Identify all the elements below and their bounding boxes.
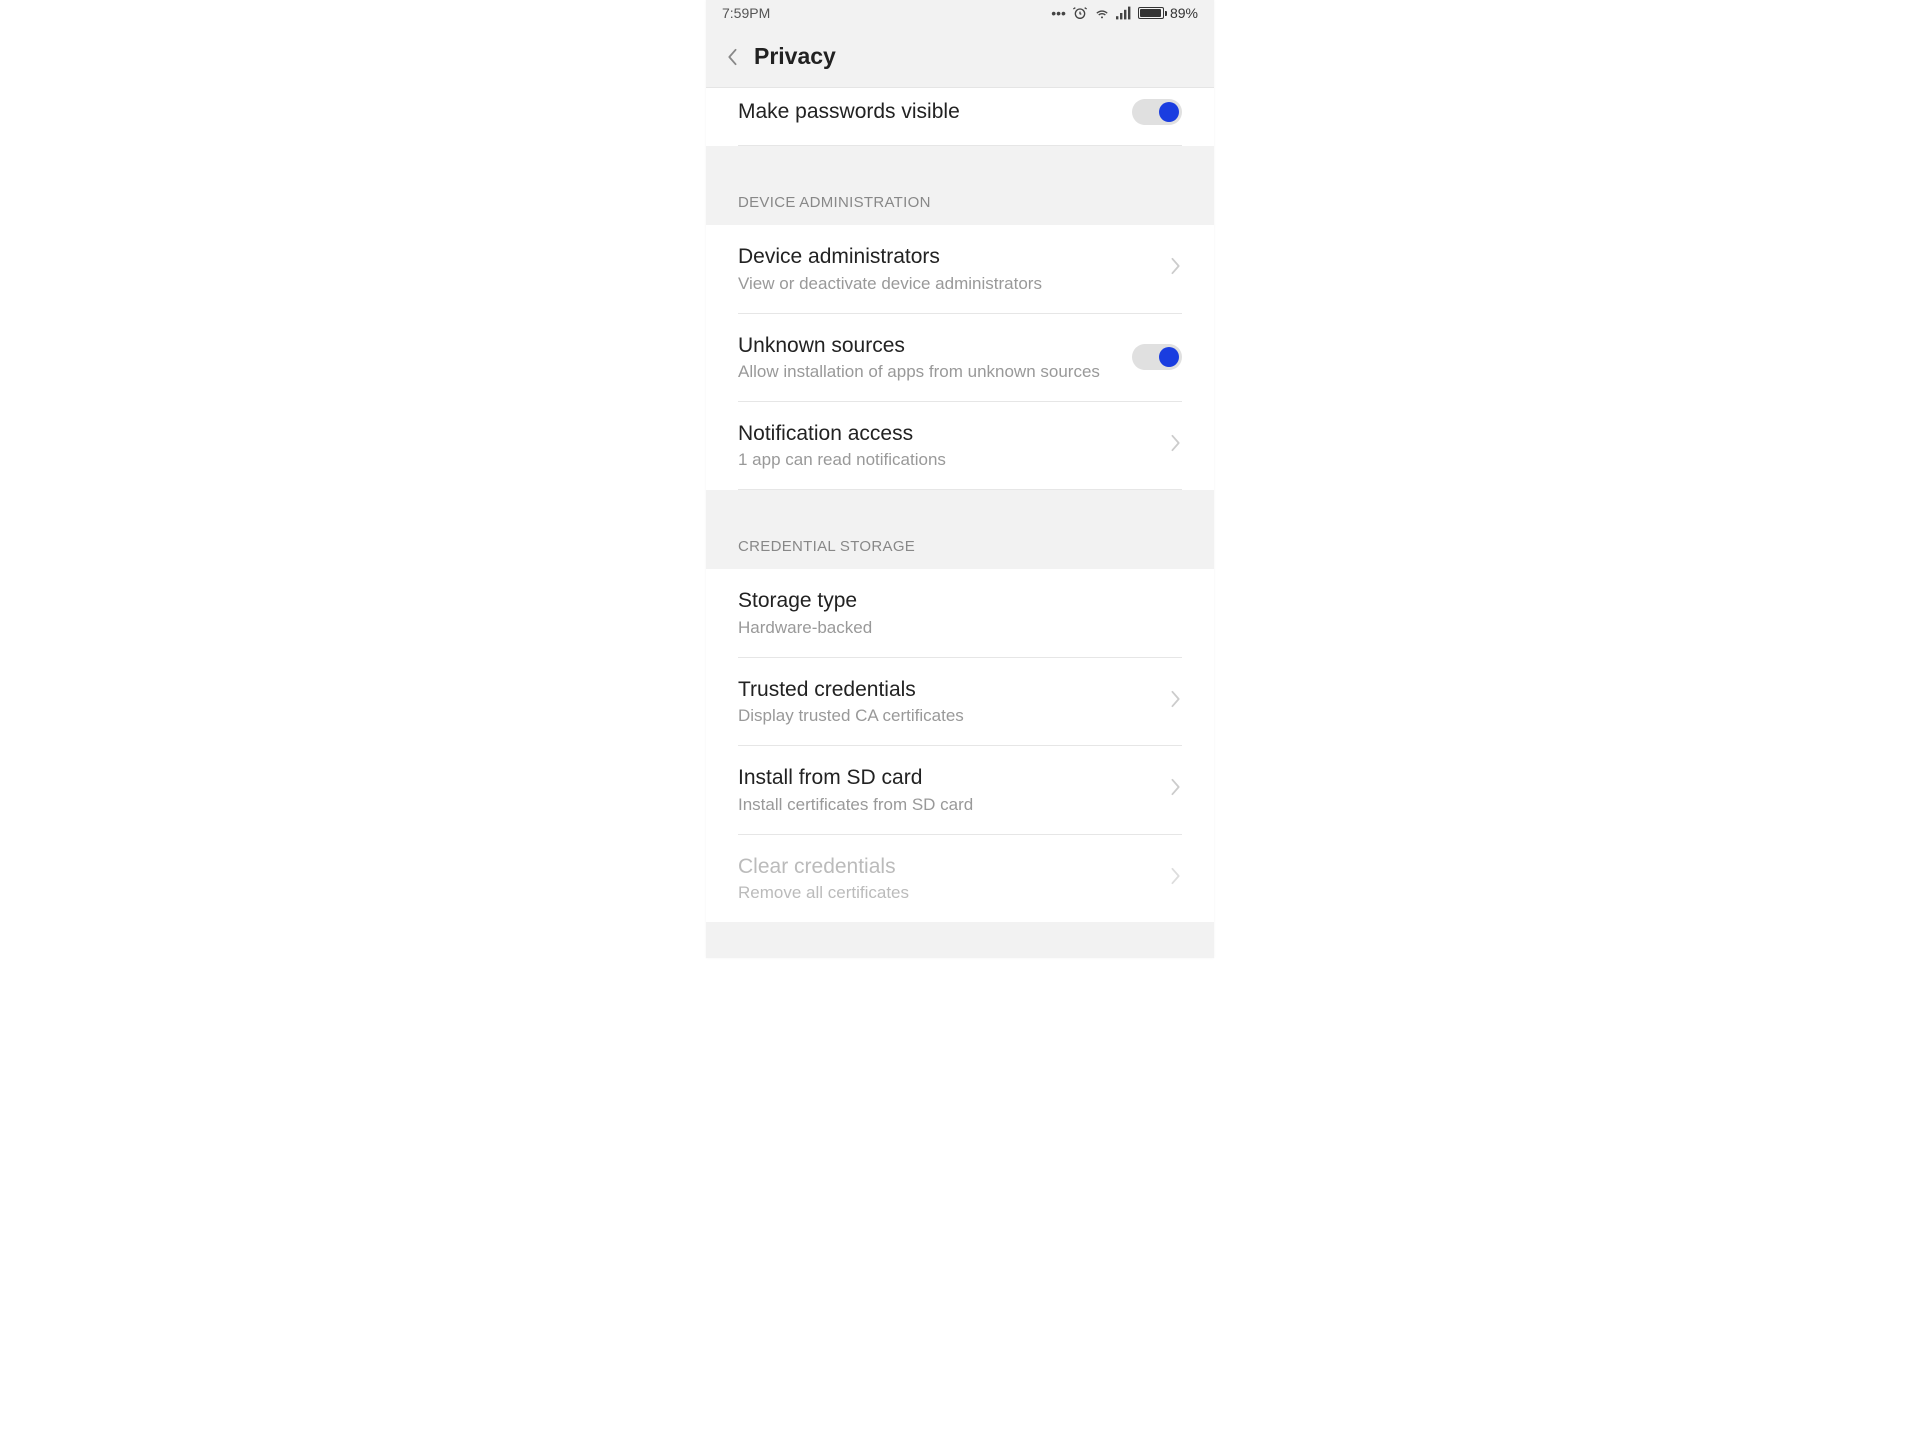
row-sub: Install certificates from SD card [738,794,1156,816]
status-time: 7:59PM [722,5,770,21]
row-device-administrators[interactable]: Device administrators View or deactivate… [706,225,1214,312]
row-title: Device administrators [738,243,1156,270]
row-install-from-sd-card[interactable]: Install from SD card Install certificate… [706,746,1214,833]
chevron-right-icon [1170,778,1182,801]
phone-screen: 7:59PM ••• 89% Privacy Make passwor [706,0,1214,958]
row-sub: 1 app can read notifications [738,449,1156,471]
chevron-right-icon [1170,867,1182,890]
chevron-left-icon [723,48,741,66]
toggle-make-passwords-visible[interactable] [1132,99,1182,125]
wifi-icon [1094,5,1110,21]
status-icons: ••• 89% [1051,5,1198,21]
row-title: Storage type [738,587,1182,614]
toggle-unknown-sources[interactable] [1132,344,1182,370]
back-button[interactable] [714,39,750,75]
row-title: Trusted credentials [738,676,1156,703]
alarm-icon [1072,5,1088,21]
chevron-right-icon [1170,257,1182,280]
toggle-knob [1159,102,1179,122]
section-header-device-administration: DEVICE ADMINISTRATION [706,146,1214,225]
row-make-passwords-visible[interactable]: Make passwords visible [706,88,1214,145]
row-sub: Allow installation of apps from unknown … [738,361,1118,383]
row-notification-access[interactable]: Notification access 1 app can read notif… [706,402,1214,489]
signal-icon [1116,6,1132,20]
page-title: Privacy [754,43,836,70]
row-title: Install from SD card [738,764,1156,791]
row-sub: Hardware-backed [738,617,1182,639]
battery-icon [1138,7,1164,19]
battery-percentage: 89% [1170,5,1198,21]
more-icon: ••• [1051,5,1066,21]
row-title: Notification access [738,420,1156,447]
row-trusted-credentials[interactable]: Trusted credentials Display trusted CA c… [706,658,1214,745]
row-title: Make passwords visible [738,98,1118,125]
app-header: Privacy [706,26,1214,88]
row-sub: Display trusted CA certificates [738,705,1156,727]
row-sub: Remove all certificates [738,882,1156,904]
row-storage-type[interactable]: Storage type Hardware-backed [706,569,1214,656]
section-header-credential-storage: CREDENTIAL STORAGE [706,490,1214,569]
status-bar: 7:59PM ••• 89% [706,0,1214,26]
chevron-right-icon [1170,690,1182,713]
row-unknown-sources[interactable]: Unknown sources Allow installation of ap… [706,314,1214,401]
chevron-right-icon [1170,434,1182,457]
row-title: Unknown sources [738,332,1118,359]
row-clear-credentials[interactable]: Clear credentials Remove all certificate… [706,835,1214,922]
row-title: Clear credentials [738,853,1156,880]
settings-list[interactable]: Make passwords visible DEVICE ADMINISTRA… [706,88,1214,922]
row-sub: View or deactivate device administrators [738,273,1156,295]
toggle-knob [1159,347,1179,367]
